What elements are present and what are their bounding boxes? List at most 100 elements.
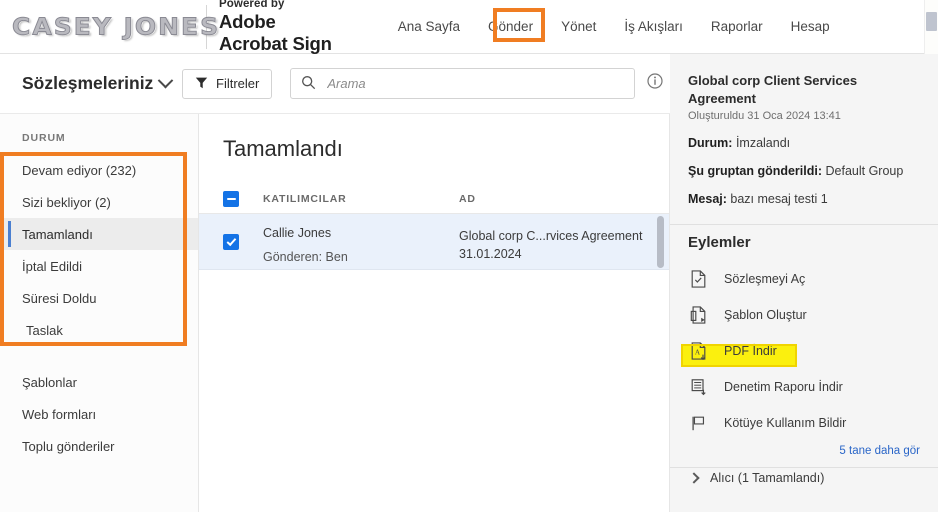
main-content: Tamamlandı KATILIMCILAR AD Callie Jones … [199, 114, 670, 512]
see-more-link[interactable]: 5 tane daha gör [688, 445, 938, 457]
row-agreement-date: 31.01.2024 [459, 247, 522, 262]
sidebar-item-web-forms[interactable]: Web formları [0, 398, 198, 430]
nav-item-reports[interactable]: Raporlar [697, 13, 777, 40]
details-status-value: İmzalandı [735, 136, 791, 151]
sidebar-item-label: Devam ediyor (232) [22, 162, 137, 178]
row-checkbox[interactable] [223, 234, 239, 250]
action-open-agreement[interactable]: Sözleşmeyi Aç [688, 261, 938, 297]
sidebar-item-label: Sizi bekliyor (2) [22, 194, 111, 210]
agreements-toolbar: Sözleşmeleriniz Filtreler [0, 54, 670, 114]
left-sidebar: DURUM Devam ediyor (232) Sizi bekliyor (… [0, 114, 199, 512]
filter-funnel-icon [195, 76, 208, 92]
sidebar-item-completed[interactable]: Tamamlandı [0, 218, 198, 250]
sidebar-item-draft[interactable]: Taslak [0, 314, 198, 346]
details-group-label: Şu gruptan gönderildi: [688, 164, 823, 179]
recipient-accordion[interactable]: Alıcı (1 Tamamlandı) [670, 457, 938, 485]
nav-item-home[interactable]: Ana Sayfa [384, 13, 474, 40]
sidebar-item-label: Taslak [26, 322, 63, 338]
company-logo-text: CASEY JONES [11, 13, 221, 41]
nav-item-manage[interactable]: Yönet [547, 13, 610, 40]
action-report-abuse[interactable]: Kötüye Kullanım Bildir [688, 405, 938, 441]
sidebar-item-label: Toplu gönderiler [22, 438, 115, 454]
filters-button-label: Filtreler [216, 76, 260, 91]
sidebar-item-label: Web formları [22, 406, 97, 422]
action-label: Şablon Oluştur [724, 308, 807, 323]
details-panel: Global corp Client Services Agreement Ol… [670, 54, 938, 512]
sidebar-item-in-progress[interactable]: Devam ediyor (232) [0, 154, 198, 186]
document-check-icon [688, 270, 708, 288]
agreements-title-label: Sözleşmeleriniz [22, 73, 154, 93]
main-nav: Ana Sayfa Gönder Yönet İş Akışları Rapor… [384, 13, 844, 40]
adobe-label: Adobe [219, 11, 276, 33]
sidebar-item-label: Şablonlar [22, 374, 77, 390]
action-label: PDF İndir [724, 344, 777, 359]
page-title: Tamamlandı [223, 136, 343, 161]
page-scrollbar-thumb[interactable] [926, 12, 937, 31]
row-participants-cell: Callie Jones Gönderen: Ben [263, 214, 459, 270]
action-label: Sözleşmeyi Aç [724, 272, 806, 287]
row-checkbox-cell[interactable] [223, 214, 263, 270]
details-divider-bottom [670, 467, 938, 468]
company-logo[interactable]: CASEY JONES [0, 0, 218, 54]
powered-by-adobe-block: Powered by Adobe Acrobat Sign [219, 0, 332, 55]
chevron-down-icon [158, 72, 174, 89]
pdf-download-icon: A [688, 342, 708, 361]
top-navigation-bar: CASEY JONES Powered by Adobe Acrobat Sig… [0, 0, 938, 54]
column-header-name: AD [459, 192, 476, 205]
details-status-line: Durum: İmzalandı [688, 136, 920, 150]
details-message-value: bazı mesaj testi 1 [730, 192, 828, 207]
table-row[interactable]: Callie Jones Gönderen: Ben Global corp C… [199, 214, 669, 270]
details-status-label: Durum: [688, 136, 733, 151]
sidebar-item-expired[interactable]: Süresi Doldu [0, 282, 198, 314]
list-scrollbar-thumb[interactable] [657, 216, 664, 268]
details-group-line: Şu gruptan gönderildi: Default Group [688, 164, 920, 178]
column-header-participants: KATILIMCILAR [263, 192, 347, 205]
actions-section: Eylemler Sözleşmeyi Aç Şablon Oluştur A … [670, 220, 938, 457]
sidebar-item-label: Tamamlandı [22, 226, 93, 242]
action-download-audit-report[interactable]: Denetim Raporu İndir [688, 369, 938, 405]
sidebar-item-label: İptal Edildi [22, 258, 82, 274]
actions-title: Eylemler [688, 234, 751, 252]
acrobat-sign-label: Acrobat Sign [219, 33, 332, 55]
row-participant-name: Callie Jones [263, 226, 332, 240]
powered-by-label: Powered by [219, 0, 285, 10]
nav-item-account[interactable]: Hesap [777, 13, 844, 40]
action-download-pdf[interactable]: A PDF İndir [688, 333, 938, 369]
action-label: Kötüye Kullanım Bildir [724, 416, 847, 431]
select-all-checkbox-cell[interactable] [223, 190, 263, 207]
sidebar-item-templates[interactable]: Şablonlar [0, 366, 198, 398]
details-message-label: Mesaj: [688, 192, 727, 207]
details-divider-top [670, 224, 938, 225]
details-title: Global corp Client Services Agreement [688, 73, 858, 106]
document-template-icon [688, 306, 708, 324]
details-message-line: Mesaj: bazı mesaj testi 1 [688, 192, 920, 206]
agreements-dropdown[interactable]: Sözleşmeleriniz [22, 72, 180, 94]
info-icon[interactable] [647, 73, 663, 94]
details-created: Oluşturuldu 31 Oca 2024 13:41 [688, 110, 841, 123]
action-create-template[interactable]: Şablon Oluştur [688, 297, 938, 333]
report-download-icon [688, 378, 708, 396]
sidebar-item-bulk-sends[interactable]: Toplu gönderiler [0, 430, 198, 462]
page-scrollbar-track[interactable] [924, 0, 938, 54]
row-agreement-name: Global corp C...rvices Agreement [459, 229, 643, 243]
select-all-checkbox[interactable] [223, 190, 239, 207]
details-group-value: Default Group [825, 164, 904, 179]
acrobat-sign-manage-page: CASEY JONES Powered by Adobe Acrobat Sig… [0, 0, 938, 512]
search-field-wrap [290, 68, 636, 99]
filters-button[interactable]: Filtreler [182, 68, 273, 99]
row-sender: Gönderen: Ben [263, 249, 348, 264]
row-name-cell: Global corp C...rvices Agreement 31.01.2… [459, 214, 669, 263]
sidebar-section-label: DURUM [22, 132, 66, 144]
nav-item-send[interactable]: Gönder [474, 13, 547, 40]
svg-text:A: A [694, 349, 700, 357]
sidebar-item-cancelled[interactable]: İptal Edildi [0, 250, 198, 282]
flag-icon [688, 414, 708, 432]
sidebar-item-waiting-for-you[interactable]: Sizi bekliyor (2) [0, 186, 198, 218]
table-header-row: KATILIMCILAR AD [199, 184, 669, 214]
recipient-label: Alıcı (1 Tamamlandı) [710, 471, 825, 486]
sidebar-item-label: Süresi Doldu [22, 290, 97, 306]
search-input[interactable] [290, 68, 636, 99]
nav-item-workflows[interactable]: İş Akışları [610, 13, 697, 40]
chevron-right-icon [688, 472, 700, 484]
